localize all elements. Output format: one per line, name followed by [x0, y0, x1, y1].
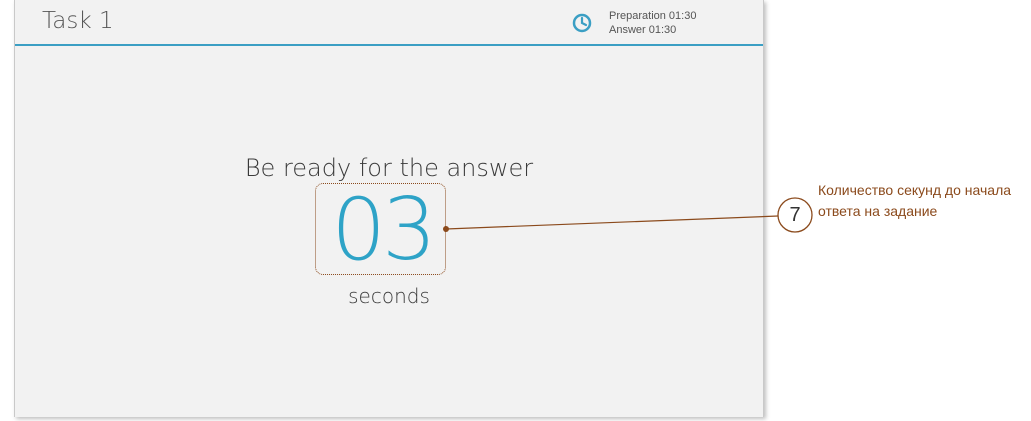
task-title: Task 1	[42, 8, 114, 34]
clock-icon	[572, 13, 592, 33]
callout-description: Количество секунд до начала ответа на за…	[818, 182, 1012, 219]
task-header: Task 1 Preparation 01:30 Answer 01:30	[15, 0, 763, 46]
seconds-label: seconds	[348, 284, 430, 308]
callout-number: 7	[789, 204, 801, 226]
timer-readout: Preparation 01:30 Answer 01:30	[609, 9, 696, 37]
callout-highlight-box	[315, 183, 446, 275]
answer-time: Answer 01:30	[609, 24, 677, 36]
screenshot-stage: Task 1 Preparation 01:30 Answer 01:30 Be…	[0, 0, 1031, 421]
ready-prompt: Be ready for the answer	[244, 154, 534, 182]
preparation-time: Preparation 01:30	[609, 10, 697, 22]
